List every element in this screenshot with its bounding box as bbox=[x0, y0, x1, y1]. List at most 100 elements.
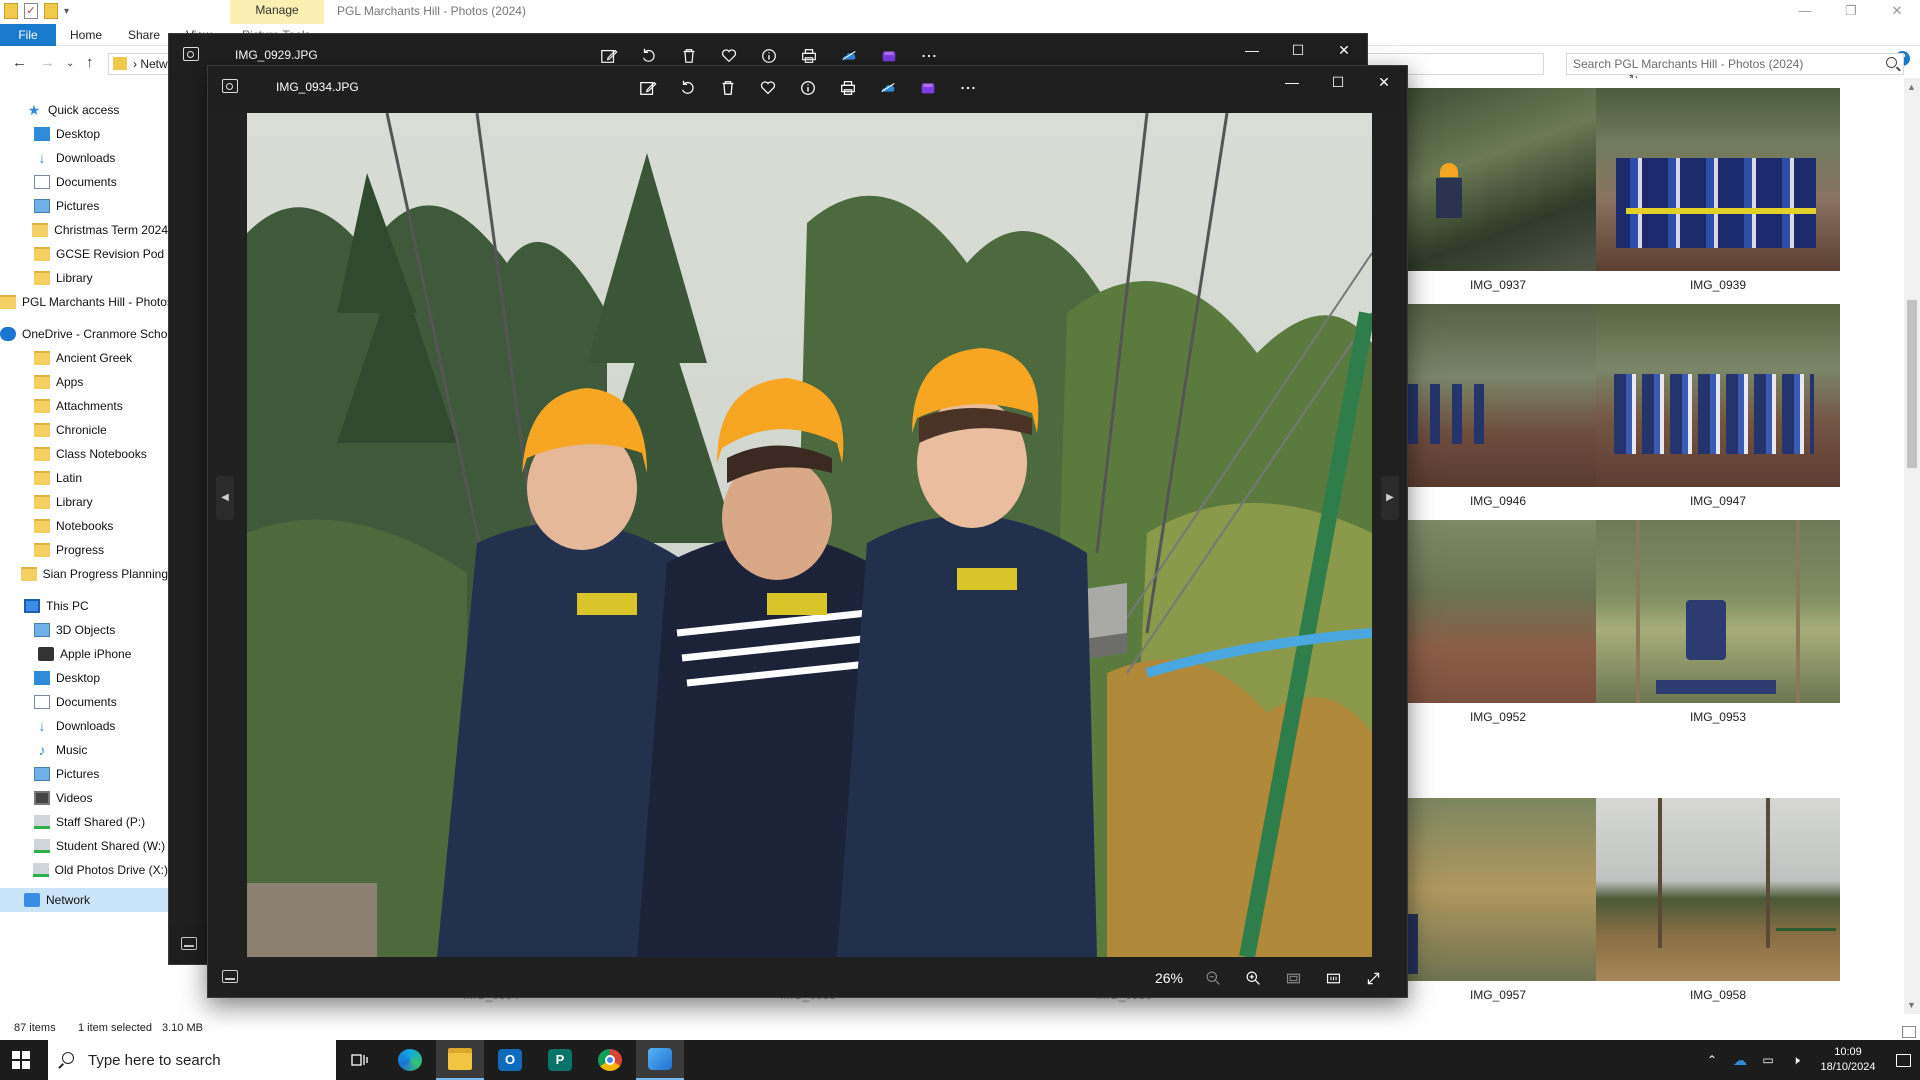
clipchamp-icon[interactable] bbox=[908, 74, 948, 102]
nav-item-staff-shared[interactable]: Staff Shared (P:) bbox=[0, 810, 168, 834]
nav-network[interactable]: Network bbox=[0, 888, 168, 912]
task-view-icon[interactable] bbox=[336, 1040, 384, 1080]
nav-item-attachments[interactable]: Attachments bbox=[0, 394, 168, 418]
nav-this-pc[interactable]: This PC bbox=[0, 594, 168, 618]
publisher-icon[interactable]: P bbox=[536, 1040, 584, 1080]
nav-item-progress[interactable]: Progress bbox=[0, 538, 168, 562]
chevron-up-icon[interactable]: ⌃ bbox=[1700, 1053, 1724, 1067]
nav-item-iphone[interactable]: Apple iPhone bbox=[0, 642, 168, 666]
nav-item-student-shared[interactable]: Student Shared (W:) bbox=[0, 834, 168, 858]
nav-item-desktop[interactable]: Desktop bbox=[0, 122, 168, 146]
nav-item-documents-pc[interactable]: Documents bbox=[0, 690, 168, 714]
nav-item-library-od[interactable]: Library bbox=[0, 490, 168, 514]
delete-icon[interactable] bbox=[708, 74, 748, 102]
back-arrow-icon[interactable]: ← bbox=[12, 54, 27, 71]
tab-home[interactable]: Home bbox=[70, 24, 102, 46]
thumbnail-img-0958[interactable] bbox=[1596, 798, 1840, 981]
nav-item-desktop-pc[interactable]: Desktop bbox=[0, 666, 168, 690]
close-icon[interactable]: ✕ bbox=[1321, 34, 1367, 66]
next-image-arrow[interactable]: ▶ bbox=[1381, 476, 1399, 520]
nav-item-downloads-pc[interactable]: ↓ Downloads bbox=[0, 714, 168, 738]
fullscreen-icon[interactable] bbox=[1353, 965, 1393, 991]
thumbnail-img-0952[interactable] bbox=[1376, 520, 1620, 703]
taskbar-search-input[interactable] bbox=[88, 1050, 318, 1070]
nav-item-library[interactable]: Library bbox=[0, 266, 168, 290]
scroll-thumb[interactable] bbox=[1907, 300, 1917, 468]
edit-icon[interactable] bbox=[628, 74, 668, 102]
nav-item-gcse[interactable]: GCSE Revision Pod bbox=[0, 242, 168, 266]
tab-share[interactable]: Share bbox=[128, 24, 160, 46]
nav-onedrive[interactable]: OneDrive - Cranmore School bbox=[0, 322, 168, 346]
nav-item-apps[interactable]: Apps bbox=[0, 370, 168, 394]
scroll-down-icon[interactable]: ▼ bbox=[1907, 1000, 1916, 1010]
previous-image-arrow[interactable]: ◀ bbox=[216, 476, 234, 520]
scroll-up-icon[interactable]: ▲ bbox=[1907, 82, 1916, 92]
nav-item-ancient-greek[interactable]: Ancient Greek bbox=[0, 346, 168, 370]
info-icon[interactable] bbox=[788, 74, 828, 102]
close-icon[interactable]: ✕ bbox=[1361, 66, 1407, 98]
recent-dropdown-icon[interactable]: ⌄ bbox=[66, 58, 74, 69]
nav-item-old-photos[interactable]: Old Photos Drive (X:) bbox=[0, 858, 168, 882]
search-icon[interactable] bbox=[1886, 57, 1897, 68]
thumbnail-img-0946[interactable] bbox=[1376, 304, 1620, 487]
nav-item-pictures-pc[interactable]: Pictures bbox=[0, 762, 168, 786]
nav-item-notebooks[interactable]: Notebooks bbox=[0, 514, 168, 538]
favorite-icon[interactable] bbox=[748, 74, 788, 102]
zoom-out-icon[interactable] bbox=[1193, 965, 1233, 991]
photos-icon[interactable] bbox=[636, 1040, 684, 1080]
nav-item-chronicle[interactable]: Chronicle bbox=[0, 418, 168, 442]
chrome-icon[interactable] bbox=[586, 1040, 634, 1080]
maximize-icon[interactable]: ☐ bbox=[1275, 34, 1321, 66]
thumbnail-img-0953[interactable] bbox=[1596, 520, 1840, 703]
minimize-icon[interactable]: — bbox=[1269, 66, 1315, 98]
properties-icon[interactable]: ✓ bbox=[24, 3, 38, 19]
nav-item-videos[interactable]: Videos bbox=[0, 786, 168, 810]
nav-item-pgl[interactable]: PGL Marchants Hill - Photos (2024) bbox=[0, 290, 168, 314]
photo-image[interactable] bbox=[247, 113, 1372, 957]
nav-quick-access[interactable]: ★ Quick access bbox=[0, 98, 168, 122]
large-icons-view-icon[interactable] bbox=[1902, 1026, 1916, 1038]
outlook-icon[interactable]: O bbox=[486, 1040, 534, 1080]
edge-icon[interactable] bbox=[386, 1040, 434, 1080]
volume-muted-icon[interactable]: 🕨 bbox=[1784, 1053, 1808, 1068]
nav-item-music[interactable]: ♪ Music bbox=[0, 738, 168, 762]
actual-size-icon[interactable] bbox=[1313, 965, 1353, 991]
more-icon[interactable] bbox=[948, 74, 988, 102]
nav-item-class-notebooks[interactable]: Class Notebooks bbox=[0, 442, 168, 466]
nav-item-documents[interactable]: Documents bbox=[0, 170, 168, 194]
filmstrip-icon[interactable] bbox=[181, 937, 197, 950]
rotate-icon[interactable] bbox=[668, 74, 708, 102]
taskbar-search[interactable] bbox=[48, 1040, 336, 1080]
file-explorer-icon[interactable] bbox=[436, 1040, 484, 1080]
nav-item-pictures[interactable]: Pictures bbox=[0, 194, 168, 218]
nav-item-sian[interactable]: Sian Progress Planning bbox=[0, 562, 168, 586]
restore-icon[interactable]: ❐ bbox=[1828, 0, 1874, 24]
nav-item-latin[interactable]: Latin bbox=[0, 466, 168, 490]
photo-viewer-front[interactable]: IMG_0934.JPG — ☐ ✕ ◀ ▶ 26% bbox=[207, 65, 1408, 998]
windows-start-icon[interactable] bbox=[12, 1051, 30, 1069]
forward-arrow-icon[interactable]: → bbox=[40, 54, 55, 71]
tab-file[interactable]: File bbox=[0, 24, 56, 46]
minimize-icon[interactable]: — bbox=[1782, 0, 1828, 24]
nav-item-3d-objects[interactable]: 3D Objects bbox=[0, 618, 168, 642]
thumbnail-img-0957[interactable] bbox=[1376, 798, 1620, 981]
nav-item-downloads[interactable]: ↓ Downloads bbox=[0, 146, 168, 170]
search-input[interactable] bbox=[1567, 54, 1867, 74]
customize-qa-icon[interactable]: ▾ bbox=[64, 6, 69, 17]
minimize-icon[interactable]: — bbox=[1229, 34, 1275, 66]
close-icon[interactable]: ✕ bbox=[1874, 0, 1920, 24]
thumbnail-img-0947[interactable] bbox=[1596, 304, 1840, 487]
search-box[interactable] bbox=[1566, 53, 1904, 75]
vertical-scrollbar[interactable]: ▲ ▼ bbox=[1904, 78, 1920, 1014]
maximize-icon[interactable]: ☐ bbox=[1315, 66, 1361, 98]
thumbnail-img-0939[interactable] bbox=[1596, 88, 1840, 271]
print-icon[interactable] bbox=[828, 74, 868, 102]
up-arrow-icon[interactable]: ↑ bbox=[86, 54, 94, 71]
manage-tab[interactable]: Manage bbox=[230, 0, 324, 24]
new-folder-icon[interactable] bbox=[44, 3, 58, 19]
fit-to-window-icon[interactable] bbox=[1273, 965, 1313, 991]
notifications-icon[interactable] bbox=[1886, 1040, 1920, 1080]
clock[interactable]: 10:09 18/10/2024 bbox=[1810, 1045, 1886, 1075]
onedrive-icon[interactable] bbox=[868, 74, 908, 102]
nav-item-christmas-term[interactable]: Christmas Term 2024 bbox=[0, 218, 168, 242]
